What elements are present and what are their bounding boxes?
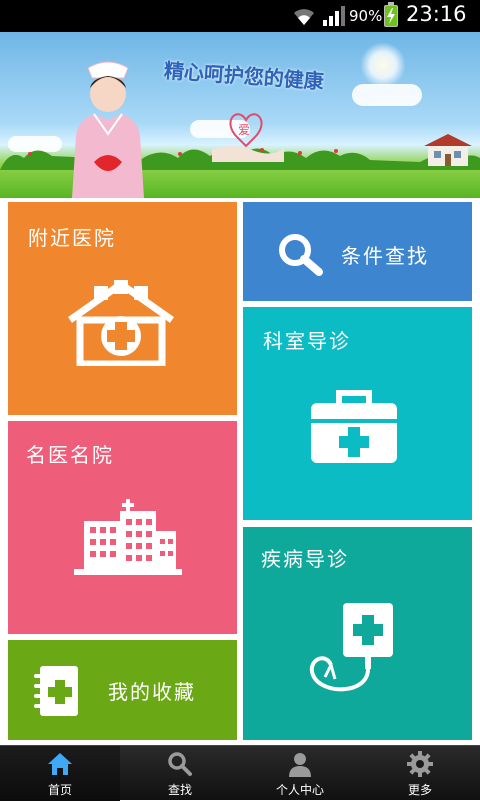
hospital-building-icon [67, 280, 175, 366]
bottom-tab-bar: 首页 查找 个人中心 更多 [0, 745, 480, 801]
tab-home-label: 首页 [47, 783, 72, 797]
signal-icon [323, 6, 345, 26]
tile-famous-doctors[interactable]: 名医名院 [8, 421, 237, 634]
tab-personal-center-label: 个人中心 [275, 783, 324, 797]
tile-my-favorites[interactable]: 我的收藏 [8, 640, 237, 740]
hand-heart-graphic: 爱 [212, 113, 284, 162]
tile-famous-doctors-label: 名医名院 [26, 443, 114, 467]
tab-more[interactable]: 更多 [360, 746, 480, 801]
status-bar: 90% 23:16 [0, 0, 480, 32]
person-icon [289, 753, 311, 777]
tile-condition-search-label: 条件查找 [341, 244, 429, 268]
wifi-icon [294, 9, 314, 25]
iv-drip-icon [309, 603, 393, 692]
tab-home[interactable]: 首页 [0, 746, 120, 801]
tab-search-label: 查找 [167, 783, 192, 797]
banner-slogan: 精心呵护您的健康 [163, 58, 325, 94]
medical-kit-icon [311, 390, 397, 463]
notebook-icon [34, 666, 78, 716]
tile-condition-search[interactable]: 条件查找 [243, 202, 472, 301]
tab-personal-center[interactable]: 个人中心 [240, 746, 360, 801]
cloud-graphic [352, 84, 422, 106]
nurse-graphic [72, 61, 144, 198]
search-icon [168, 752, 192, 776]
gear-icon [407, 751, 433, 777]
battery-icon [384, 2, 398, 27]
tile-nearby-hospitals-label: 附近医院 [28, 226, 116, 250]
hospital-tower-icon [74, 499, 182, 575]
battery-percent: 90% [349, 7, 383, 25]
heart-text: 爱 [238, 123, 250, 137]
tile-department-guide-label: 科室导诊 [263, 329, 351, 353]
tile-nearby-hospitals[interactable]: 附近医院 [8, 202, 237, 415]
tab-search[interactable]: 查找 [120, 746, 240, 801]
tile-disease-guide-label: 疾病导诊 [261, 547, 349, 571]
sun-graphic [360, 42, 406, 88]
house-graphic [424, 134, 472, 166]
home-icon [48, 753, 72, 775]
tab-more-label: 更多 [407, 783, 432, 797]
clock: 23:16 [406, 2, 467, 26]
tile-disease-guide[interactable]: 疾病导诊 [243, 527, 472, 740]
tile-my-favorites-label: 我的收藏 [108, 680, 196, 704]
tile-department-guide[interactable]: 科室导诊 [243, 307, 472, 520]
search-icon [279, 234, 323, 276]
banner: 精心呵护您的健康 爱 [0, 32, 480, 198]
